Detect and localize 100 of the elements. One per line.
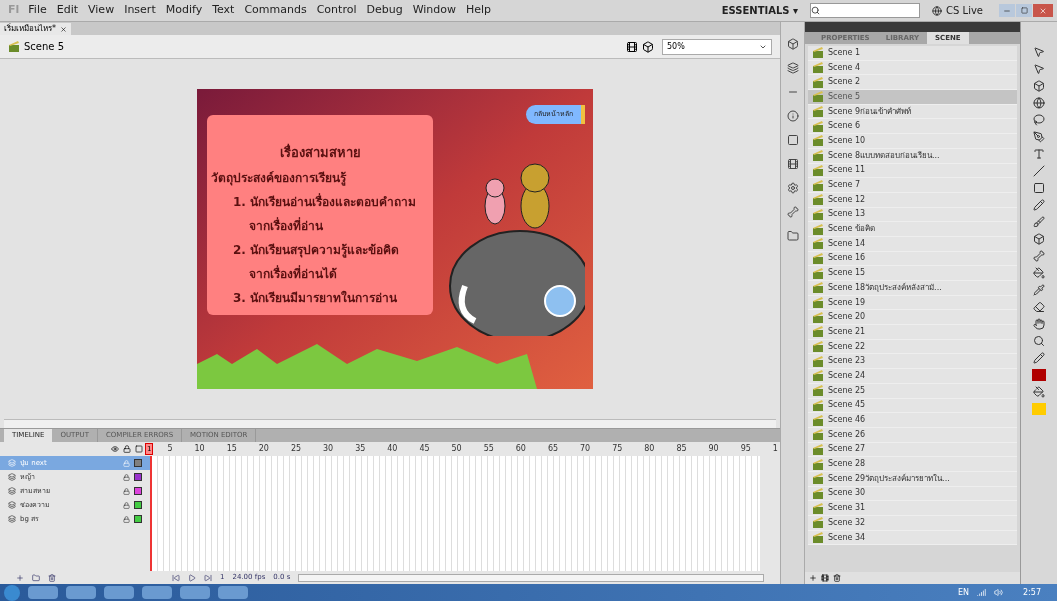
- gear-icon[interactable]: [786, 182, 799, 194]
- play-icon: [188, 573, 196, 582]
- scene-list-item[interactable]: Scene 7: [808, 178, 1017, 193]
- network-icon[interactable]: [977, 588, 987, 597]
- lock-icon: [123, 459, 130, 467]
- pen-icon[interactable]: [1033, 131, 1045, 143]
- scene-list-item[interactable]: Scene 6: [808, 119, 1017, 135]
- layer-icon: [8, 515, 16, 523]
- arrow-icon[interactable]: [1033, 46, 1045, 58]
- menu-item[interactable]: Modify: [160, 2, 208, 19]
- sphere-icon[interactable]: [1033, 97, 1045, 109]
- zoom-dropdown[interactable]: 50%: [662, 38, 772, 55]
- horizontal-scrollbar[interactable]: [4, 419, 776, 428]
- frame-number: 20: [258, 443, 269, 455]
- menu-item[interactable]: Edit: [51, 2, 84, 19]
- subselect-icon[interactable]: [1033, 63, 1045, 75]
- frame-number: 60: [515, 443, 526, 455]
- scene-list-item[interactable]: Scene 28: [808, 457, 1017, 472]
- delete-icon[interactable]: [833, 574, 841, 582]
- scene-list-item[interactable]: Scene 1: [808, 46, 1017, 61]
- bone-icon[interactable]: [1033, 250, 1045, 262]
- menu-item[interactable]: Control: [311, 2, 362, 19]
- document-tab[interactable]: เริ่มเหมือนไหร*: [0, 23, 71, 35]
- menu-item[interactable]: Text: [207, 2, 240, 19]
- cube-icon[interactable]: [786, 38, 799, 50]
- scene-list-item[interactable]: Scene 21: [808, 325, 1017, 340]
- timeline-scrollbar[interactable]: [298, 573, 764, 582]
- hand-icon[interactable]: [1033, 318, 1045, 330]
- scene-list-item[interactable]: Scene 32: [808, 516, 1017, 531]
- brush-icon[interactable]: [1033, 216, 1045, 228]
- scene-list-item[interactable]: Scene 46: [808, 413, 1017, 428]
- clapperboard-icon: [812, 179, 824, 191]
- menu-item[interactable]: View: [83, 2, 120, 19]
- frame-number: 90: [708, 443, 719, 455]
- bone-icon[interactable]: [786, 206, 799, 218]
- frame-number: 15: [226, 443, 237, 455]
- menu-item[interactable]: Insert: [119, 2, 161, 19]
- clapperboard-icon: [812, 76, 824, 88]
- menu-item[interactable]: Window: [407, 2, 461, 19]
- clapperboard-icon: [812, 47, 824, 59]
- scene-list-item[interactable]: Scene 20: [808, 310, 1017, 326]
- objective-text: 2. นักเรียนสรุปความรู้และข้อคิด: [232, 241, 400, 259]
- lasso-icon[interactable]: [1033, 114, 1045, 126]
- scene-list-item[interactable]: Scene 23: [808, 354, 1017, 370]
- scene-list-item[interactable]: Scene ข้อคิด: [808, 222, 1017, 237]
- clapperboard-icon: [812, 150, 824, 162]
- bucket-icon[interactable]: [1033, 267, 1045, 279]
- eraser-icon[interactable]: [1033, 301, 1045, 313]
- info-icon[interactable]: [786, 110, 799, 122]
- add-scene-icon[interactable]: [809, 574, 817, 582]
- fill-color-swatch[interactable]: [1032, 403, 1046, 415]
- zoom-icon[interactable]: [1033, 335, 1045, 347]
- menu-item[interactable]: File: [23, 2, 52, 19]
- rectangle-icon[interactable]: [1033, 182, 1045, 194]
- clapperboard-icon: [812, 238, 824, 250]
- clapperboard-icon: [812, 429, 824, 441]
- scene-list-item[interactable]: Scene 15: [808, 266, 1017, 281]
- scene-list-item[interactable]: Scene 31: [808, 501, 1017, 516]
- clapperboard-icon: [812, 385, 824, 397]
- bucket-icon[interactable]: [1033, 386, 1045, 398]
- close-icon: [60, 25, 67, 33]
- frame-number: 95: [740, 443, 751, 455]
- search-field[interactable]: [810, 3, 921, 18]
- frame-number: 25: [290, 443, 302, 455]
- eye-icon: [111, 445, 119, 453]
- forward-icon: [204, 573, 212, 582]
- clapperboard-icon: [812, 443, 824, 455]
- start-button[interactable]: [4, 584, 20, 601]
- workspace-switcher[interactable]: ESSENTIALS ▾: [713, 3, 807, 18]
- cs-live-button[interactable]: CS Live: [924, 3, 991, 18]
- clapperboard-icon: [812, 252, 824, 264]
- lock-icon: [123, 515, 130, 523]
- menu-item[interactable]: Help: [461, 2, 497, 19]
- eyedropper-icon[interactable]: [1033, 284, 1045, 296]
- text-icon[interactable]: [1033, 148, 1045, 160]
- scene-list-item[interactable]: Scene 24: [808, 369, 1017, 384]
- lock-icon: [123, 473, 130, 481]
- stroke-color-swatch[interactable]: [1032, 369, 1046, 381]
- volume-icon[interactable]: [994, 588, 1004, 597]
- scene-list-item[interactable]: Scene 10: [808, 134, 1017, 149]
- pencil-icon[interactable]: [1033, 199, 1045, 211]
- pencil-icon[interactable]: [1033, 352, 1045, 364]
- menu-item[interactable]: Commands: [239, 2, 312, 19]
- objective-text: จากเรื่องที่อ่านได้: [248, 264, 337, 283]
- clapperboard-icon: [812, 487, 824, 499]
- clapperboard-icon: [812, 414, 824, 426]
- film-icon[interactable]: [786, 158, 799, 170]
- menu-item[interactable]: Debug: [361, 2, 408, 19]
- clapperboard-icon: [812, 297, 824, 309]
- scene-list-item[interactable]: Scene 2: [808, 75, 1017, 91]
- language-indicator[interactable]: EN: [958, 586, 970, 599]
- clapperboard-icon: [812, 399, 824, 411]
- line-icon[interactable]: [1033, 165, 1045, 177]
- clock[interactable]: 2:57: [1011, 586, 1053, 599]
- scene-list-item[interactable]: Scene 18วัตถุประสงค์หลังสามั...: [808, 281, 1017, 296]
- scene-list-item[interactable]: Scene 5: [808, 90, 1017, 105]
- globe-icon: [932, 5, 943, 16]
- close-button[interactable]: [1033, 4, 1053, 17]
- clapperboard-icon: [812, 282, 824, 294]
- edit-scene-icon: [626, 40, 638, 53]
